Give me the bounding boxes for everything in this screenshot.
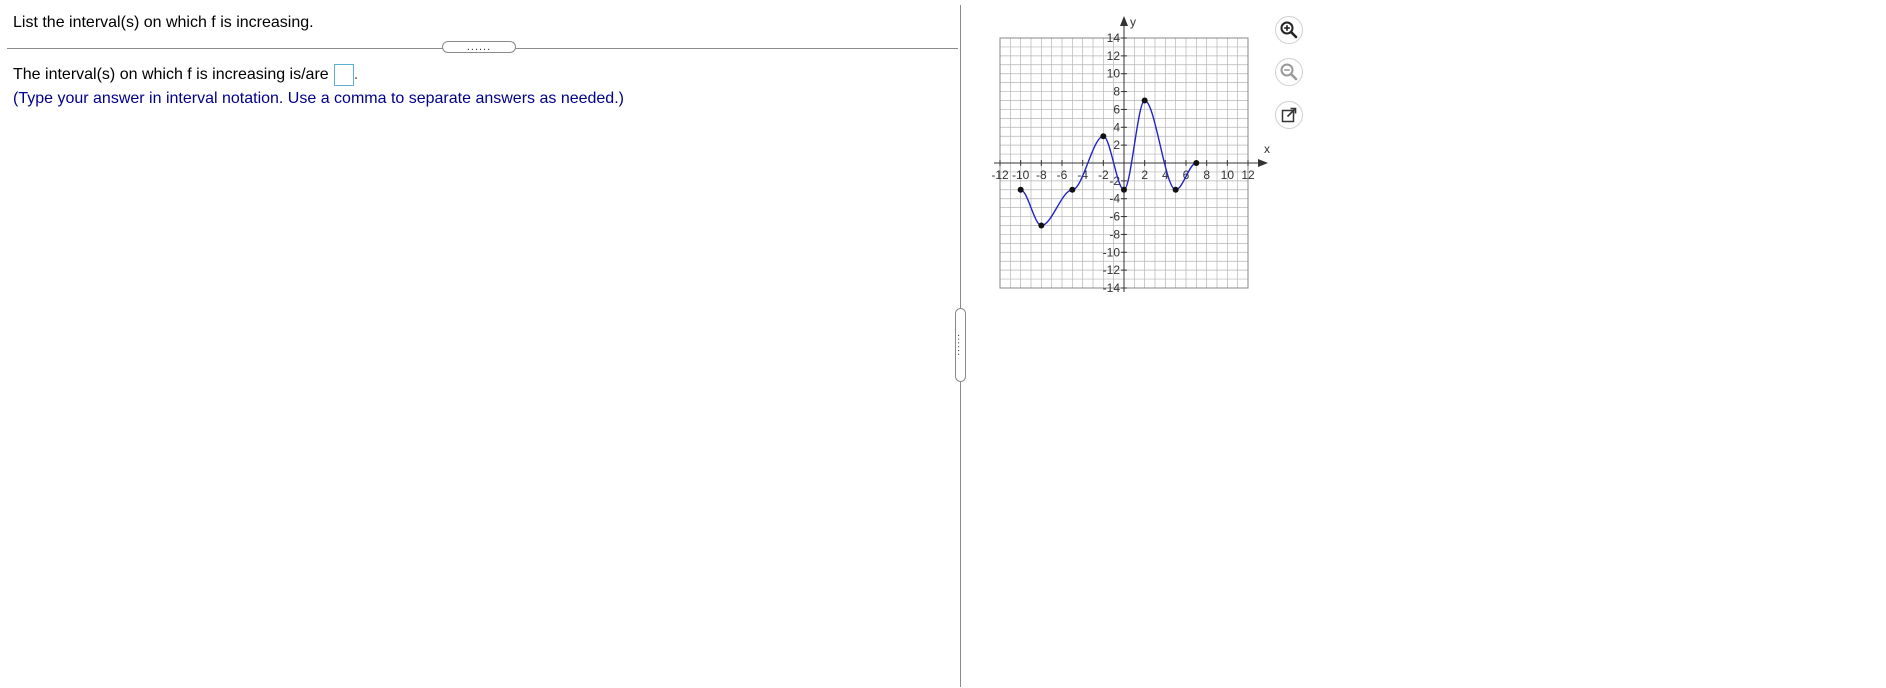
- y-tick-label: 14: [1107, 31, 1121, 45]
- curve-point: [1172, 186, 1179, 193]
- x-axis-arrow: [1258, 159, 1268, 167]
- y-tick-label: 8: [1113, 85, 1120, 99]
- x-tick-label: 2: [1141, 168, 1148, 182]
- y-tick-label: -4: [1109, 192, 1120, 206]
- x-tick-label: -8: [1036, 168, 1047, 182]
- y-tick-label: -6: [1109, 210, 1120, 224]
- pane-resize-handle-dots: ......: [955, 333, 966, 357]
- curve-point: [1069, 186, 1076, 193]
- pane-resize-handle[interactable]: ......: [955, 308, 966, 382]
- popout-button[interactable]: [1275, 101, 1303, 129]
- x-axis-label: x: [1264, 142, 1270, 156]
- collapse-handle-dots: ......: [466, 40, 492, 53]
- curve-point: [1193, 160, 1200, 166]
- zoom-in-icon: [1280, 21, 1298, 39]
- y-tick-label: 10: [1107, 67, 1121, 81]
- answer-hint: (Type your answer in interval notation. …: [13, 90, 624, 107]
- graph-axes: xy: [994, 15, 1270, 292]
- y-tick-label: -8: [1109, 227, 1120, 241]
- y-tick-label: 4: [1113, 120, 1120, 134]
- y-tick-label: -10: [1103, 245, 1121, 259]
- x-tick-label: 10: [1221, 168, 1235, 182]
- x-tick-label: -6: [1057, 168, 1068, 182]
- collapse-handle[interactable]: ......: [442, 41, 516, 53]
- question-pane: List the interval(s) on which f is incre…: [0, 0, 960, 688]
- function-graph: xy -12 -10 -8 -6 -4 -2 2 4 6 8 10 121412108642-2-4-…: [991, 15, 1270, 295]
- y-axis-arrow: [1120, 16, 1128, 26]
- question-text: List the interval(s) on which f is incre…: [13, 14, 314, 31]
- x-tick-label: -12: [991, 168, 1009, 182]
- curve-point: [1100, 133, 1107, 140]
- curve-point: [1017, 186, 1024, 193]
- y-axis-label: y: [1130, 15, 1136, 29]
- answer-prefix: The interval(s) on which f is increasing…: [13, 66, 329, 83]
- x-tick-label: -10: [1012, 168, 1030, 182]
- curve-point: [1121, 186, 1127, 193]
- zoom-out-icon: [1280, 63, 1298, 81]
- y-tick-label: -14: [1103, 281, 1121, 295]
- x-tick-label: 8: [1203, 168, 1210, 182]
- zoom-out-button[interactable]: [1275, 58, 1303, 86]
- y-tick-label: 6: [1113, 102, 1120, 116]
- zoom-in-button[interactable]: [1275, 16, 1303, 44]
- curve-point: [1038, 222, 1045, 229]
- y-tick-label: 2: [1113, 138, 1120, 152]
- y-tick-label: -12: [1103, 263, 1121, 277]
- answer-line: The interval(s) on which f is increasing…: [13, 63, 358, 87]
- curve-point: [1141, 97, 1148, 104]
- answer-suffix: .: [353, 66, 359, 83]
- popout-icon: [1281, 107, 1297, 123]
- answer-input[interactable]: [333, 63, 354, 86]
- y-tick-label: 12: [1107, 49, 1121, 63]
- x-tick-label: -2: [1098, 168, 1109, 182]
- x-tick-label: 12: [1241, 168, 1255, 182]
